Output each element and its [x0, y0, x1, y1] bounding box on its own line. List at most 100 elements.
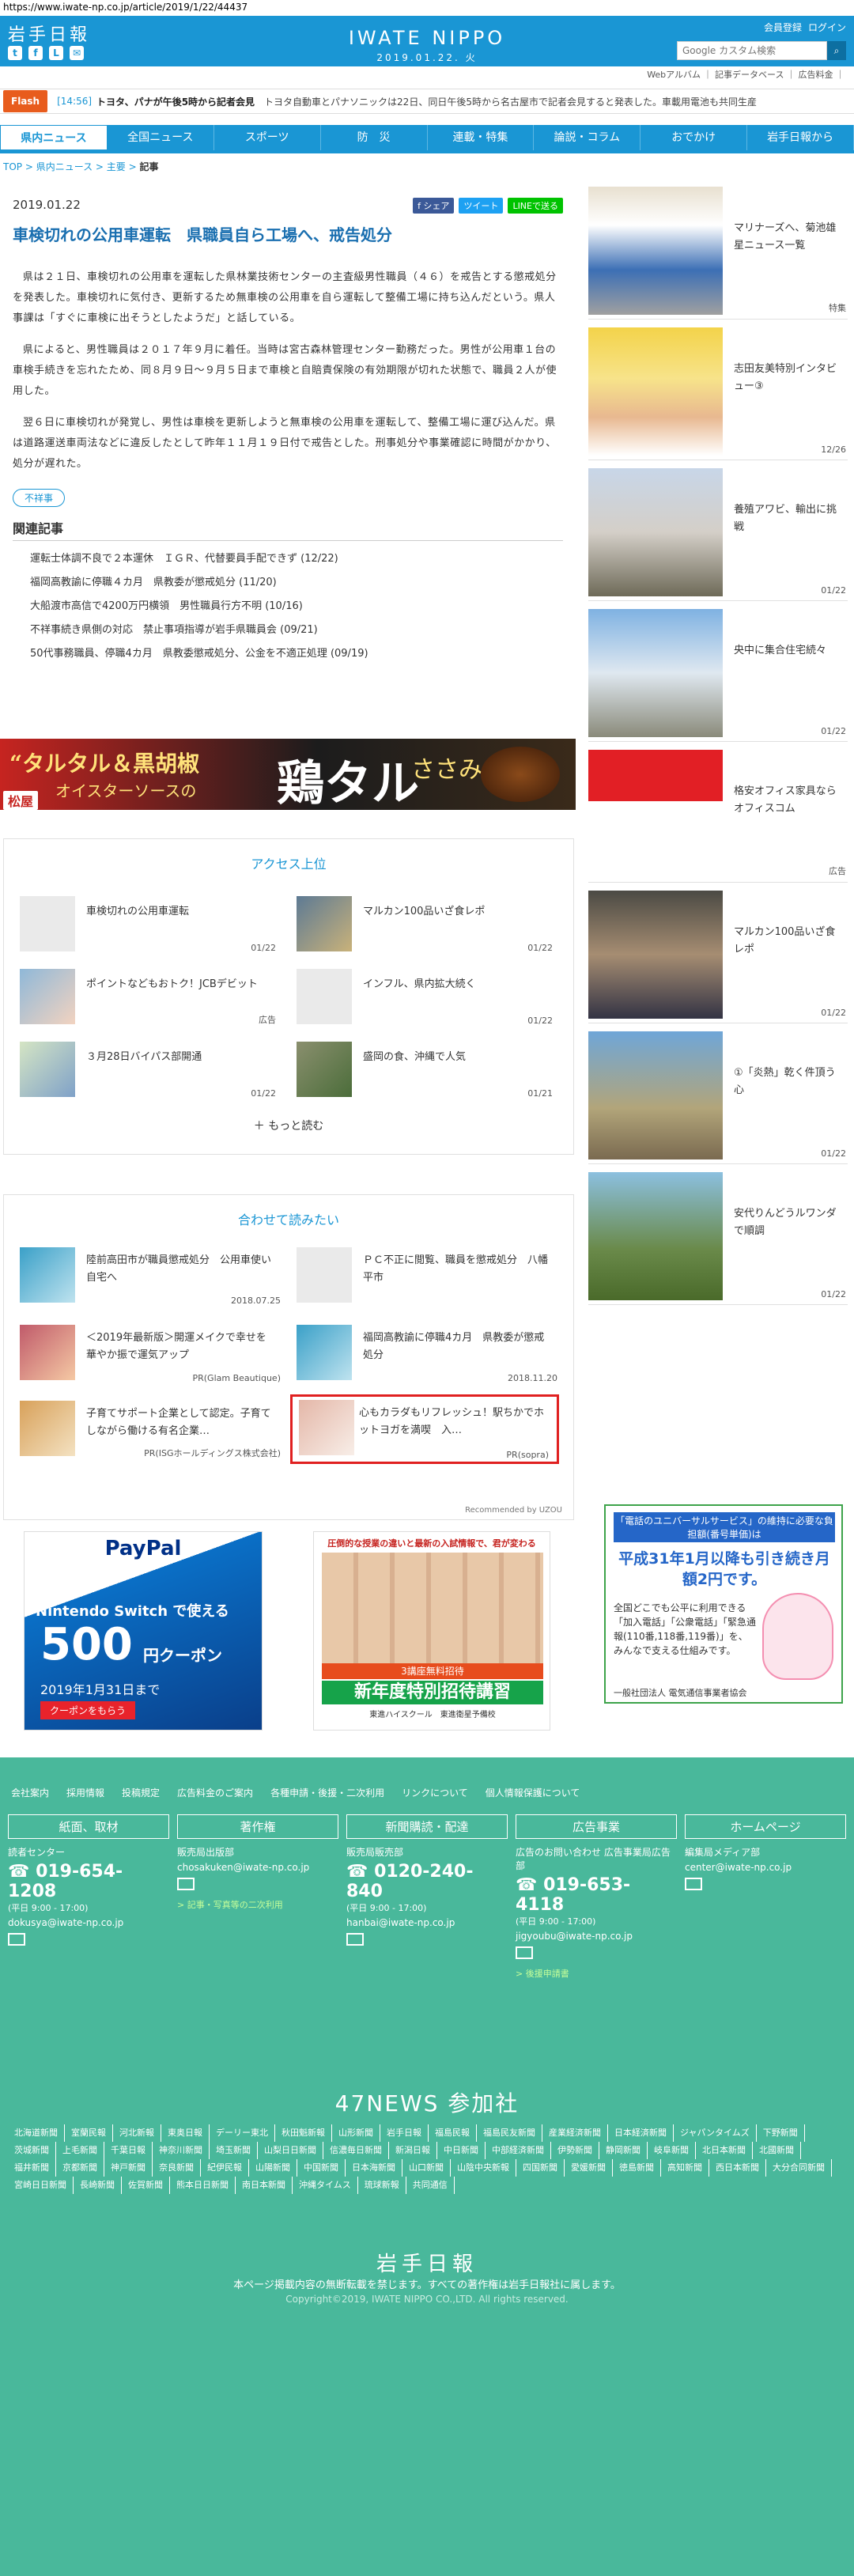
- member-paper-link[interactable]: 福島民友新聞: [477, 2124, 542, 2142]
- member-paper-link[interactable]: 北日本新聞: [696, 2142, 753, 2159]
- breadcrumb-top[interactable]: TOP: [3, 161, 22, 172]
- login-link[interactable]: ログイン: [808, 21, 846, 34]
- flash-headline[interactable]: トヨタ、パナが午後5時から記者会見: [96, 95, 255, 108]
- footer-link[interactable]: 採用情報: [66, 1786, 104, 1799]
- mail-icon[interactable]: ✉: [70, 46, 84, 60]
- member-paper-link[interactable]: 四国新聞: [516, 2159, 565, 2177]
- member-paper-link[interactable]: 埼玉新聞: [210, 2142, 258, 2159]
- universal-service-ad[interactable]: 「電話のユニバーサルサービス」の維持に必要な負担額(番号単価)は 平成31年1月…: [604, 1504, 843, 1704]
- sidebar-item[interactable]: 央中に集合住宅続々 01/22: [588, 606, 848, 742]
- member-paper-link[interactable]: 琉球新報: [358, 2177, 406, 2194]
- member-paper-link[interactable]: 伊勢新聞: [551, 2142, 599, 2159]
- member-paper-link[interactable]: 山梨日日新聞: [258, 2142, 323, 2159]
- recommended-item[interactable]: 陸前高田市が職員懲戒処分 公用車使い自宅へ 2018.07.25: [20, 1244, 289, 1307]
- member-paper-link[interactable]: ジャパンタイムズ: [674, 2124, 757, 2142]
- member-paper-link[interactable]: 奈良新聞: [153, 2159, 201, 2177]
- member-paper-link[interactable]: 秋田魁新報: [275, 2124, 332, 2142]
- member-paper-link[interactable]: 宮崎日日新聞: [8, 2177, 74, 2194]
- nav-tab-from-iwate[interactable]: 岩手日報から: [747, 125, 854, 150]
- member-paper-link[interactable]: 岩手日報: [380, 2124, 429, 2142]
- nav-tab-features[interactable]: 連載・特集: [428, 125, 535, 150]
- member-paper-link[interactable]: 愛媛新聞: [565, 2159, 613, 2177]
- member-paper-link[interactable]: 北國新聞: [753, 2142, 801, 2159]
- member-paper-link[interactable]: 西日本新聞: [709, 2159, 766, 2177]
- email-address[interactable]: center@iwate-np.co.jp: [685, 1862, 846, 1873]
- phone-number[interactable]: ☎ 0120-240-840: [346, 1862, 508, 1901]
- register-link[interactable]: 会員登録: [764, 21, 802, 34]
- url-bar[interactable]: https://www.iwate-np.co.jp/article/2019/…: [0, 0, 854, 14]
- site-logo[interactable]: 岩手日報: [8, 21, 90, 46]
- member-paper-link[interactable]: 中日新聞: [437, 2142, 486, 2159]
- sidebar-item[interactable]: 格安オフィス家具ならオフィスコム 広告: [588, 747, 848, 883]
- recommended-item[interactable]: ＜2019年最新版＞開運メイクで幸せを華やか振で運気アップ PR(Glam Be…: [20, 1322, 289, 1385]
- member-paper-link[interactable]: 産業経済新聞: [542, 2124, 608, 2142]
- member-paper-link[interactable]: 共同通信: [406, 2177, 455, 2194]
- mail-icon[interactable]: [8, 1933, 25, 1946]
- nav-tab-outing[interactable]: おでかけ: [640, 125, 748, 150]
- uzou-credit[interactable]: Recommended by UZOU: [465, 1506, 562, 1515]
- recommended-item-highlighted[interactable]: 心もカラダもリフレッシュ！駅ちかでホットヨガを満喫 入… PR(sopra): [290, 1394, 559, 1464]
- tweet-button[interactable]: ツイート: [459, 198, 504, 214]
- mail-icon[interactable]: [346, 1933, 364, 1946]
- member-paper-link[interactable]: 上毛新聞: [56, 2142, 104, 2159]
- sidebar-item[interactable]: マルカン100品いざ食レポ 01/22: [588, 887, 848, 1023]
- member-paper-link[interactable]: 熊本日日新聞: [170, 2177, 236, 2194]
- member-paper-link[interactable]: 千葉日報: [104, 2142, 153, 2159]
- secondary-use-link[interactable]: > 記事・写真等の二次利用: [177, 1898, 338, 1911]
- member-paper-link[interactable]: 紀伊民報: [201, 2159, 249, 2177]
- related-item[interactable]: 大船渡市高信で4200万円横領 男性職員行方不明 (10/16): [13, 595, 563, 618]
- member-paper-link[interactable]: 日本経済新聞: [608, 2124, 674, 2142]
- phone-number[interactable]: ☎ 019-653-4118: [516, 1875, 677, 1915]
- flash-text[interactable]: トヨタ自動車とパナソニックは22日、同日午後5時から名古屋市で記者会見すると発表…: [264, 95, 818, 108]
- access-item[interactable]: 盛岡の食、沖縄で人気 01/21: [292, 1042, 561, 1102]
- nav-tab-sports[interactable]: スポーツ: [214, 125, 321, 150]
- member-paper-link[interactable]: 中国新聞: [297, 2159, 346, 2177]
- access-item[interactable]: ３月28日バイパス部開通 01/22: [15, 1042, 284, 1102]
- line-share-button[interactable]: LINEで送る: [508, 198, 563, 214]
- member-paper-link[interactable]: 茨城新聞: [8, 2142, 56, 2159]
- member-paper-link[interactable]: 岐阜新聞: [648, 2142, 696, 2159]
- member-paper-link[interactable]: 大分合同新聞: [766, 2159, 832, 2177]
- access-item[interactable]: 車検切れの公用車運転 01/22: [15, 896, 284, 956]
- footer-link[interactable]: リンクについて: [402, 1786, 468, 1799]
- mail-icon[interactable]: [516, 1946, 533, 1959]
- facebook-share-button[interactable]: f シェア: [413, 198, 455, 214]
- member-paper-link[interactable]: 静岡新聞: [599, 2142, 648, 2159]
- nav-tab-local[interactable]: 県内ニュース: [0, 125, 108, 150]
- recommended-item[interactable]: ＰＣ不正に閲覧、職員を懲戒処分 八幡平市: [297, 1244, 565, 1307]
- phone-number[interactable]: ☎ 019-654-1208: [8, 1862, 169, 1901]
- member-paper-link[interactable]: デーリー東北: [210, 2124, 275, 2142]
- facebook-icon[interactable]: f: [28, 46, 43, 60]
- footer-link[interactable]: 会社案内: [11, 1786, 49, 1799]
- nav-tab-national[interactable]: 全国ニュース: [108, 125, 214, 150]
- member-paper-link[interactable]: 神戸新聞: [104, 2159, 153, 2177]
- search-input[interactable]: [677, 41, 827, 60]
- access-item[interactable]: ポイントなどもおトク！JCBデビット 広告: [15, 969, 284, 1029]
- access-item[interactable]: マルカン100品いざ食レポ 01/22: [292, 896, 561, 956]
- access-item[interactable]: インフル、県内拡大続く 01/22: [292, 969, 561, 1029]
- mail-icon[interactable]: [685, 1878, 702, 1890]
- member-paper-link[interactable]: 佐賀新聞: [122, 2177, 170, 2194]
- member-paper-link[interactable]: 山口新聞: [402, 2159, 451, 2177]
- breadcrumb-sub[interactable]: 主要: [107, 161, 126, 172]
- member-paper-link[interactable]: 徳島新聞: [613, 2159, 661, 2177]
- member-paper-link[interactable]: 福井新聞: [8, 2159, 56, 2177]
- read-more-button[interactable]: ＋ もっと読む: [4, 1118, 573, 1133]
- twitter-icon[interactable]: t: [8, 46, 22, 60]
- paypal-ad[interactable]: PayPal Nintendo Switch で使える 500 円クーポン 20…: [24, 1531, 263, 1731]
- matsuya-ad-banner[interactable]: “タルタル＆黒胡椒 オイスターソースの 鶏タル ささみ 松屋: [0, 739, 576, 810]
- sidebar-item[interactable]: ①「炎熱」乾く件頂う心 01/22: [588, 1028, 848, 1164]
- member-paper-link[interactable]: 北海道新聞: [8, 2124, 65, 2142]
- brand-name[interactable]: IWATE NIPPO: [332, 27, 522, 49]
- tag-scandal[interactable]: 不祥事: [13, 489, 66, 507]
- email-address[interactable]: dokusya@iwate-np.co.jp: [8, 1917, 169, 1928]
- member-paper-link[interactable]: 山形新聞: [332, 2124, 380, 2142]
- sidebar-item[interactable]: 志田友美特別インタビュー③ 12/26: [588, 324, 848, 460]
- email-address[interactable]: jigyoubu@iwate-np.co.jp: [516, 1931, 677, 1942]
- mail-icon[interactable]: [177, 1878, 195, 1890]
- sidebar-item[interactable]: 安代りんどうルワンダで順調 01/22: [588, 1169, 848, 1305]
- member-paper-link[interactable]: 神奈川新聞: [153, 2142, 210, 2159]
- related-item[interactable]: 運転士体調不良で２本運休 ＩＧＲ、代替要員手配できず (12/22): [13, 547, 563, 571]
- member-paper-link[interactable]: 下野新聞: [757, 2124, 805, 2142]
- related-item[interactable]: 50代事務職員、停職4カ月 県教委懲戒処分、公金を不適正処理 (09/19): [13, 642, 563, 666]
